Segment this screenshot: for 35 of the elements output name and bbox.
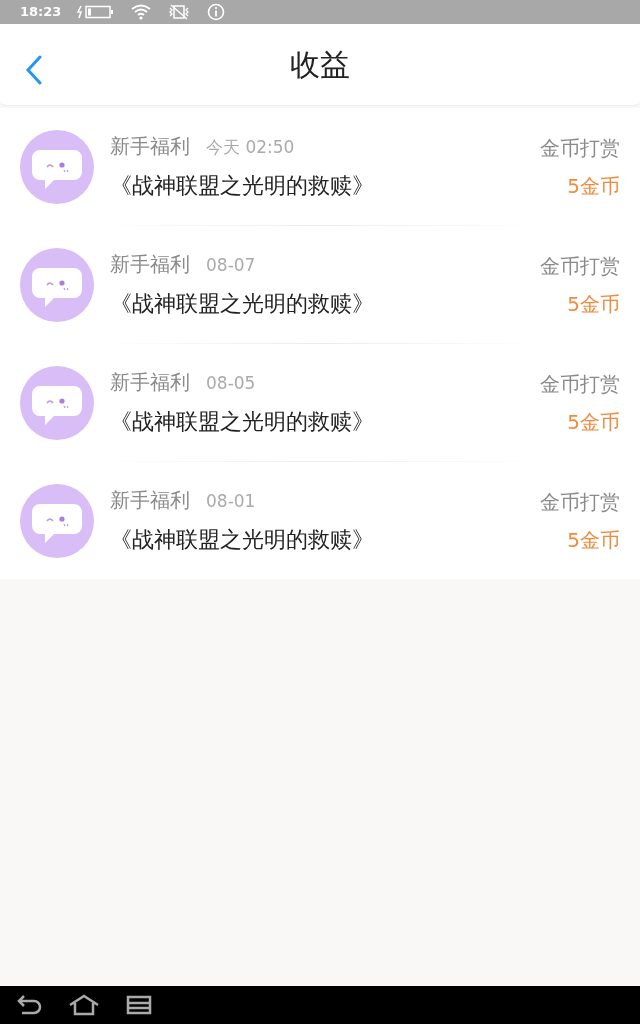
- income-row[interactable]: 新手福利 08-05 《战神联盟之光明的救赎》 金币打赏 5金币: [0, 344, 640, 461]
- date-text: 08-07: [206, 254, 256, 277]
- chat-bubble-avatar-icon: [20, 129, 94, 204]
- book-title: 《战神联盟之光明的救赎》: [110, 290, 375, 318]
- home-icon[interactable]: [68, 994, 100, 1016]
- income-row[interactable]: 新手福利 今天 02:50 《战神联盟之光明的救赎》 金币打赏 5金币: [0, 108, 640, 225]
- category-label: 新手福利: [110, 369, 190, 396]
- book-title: 《战神联盟之光明的救赎》: [110, 526, 375, 554]
- battery-charging-icon: [77, 5, 116, 19]
- status-time: 18:23: [20, 3, 62, 22]
- reward-amount: 5金币: [567, 290, 620, 318]
- reward-type: 金币打赏: [540, 370, 620, 398]
- date-text: 今天 02:50: [206, 136, 295, 159]
- page-title: 收益: [290, 46, 350, 84]
- reward-type: 金币打赏: [540, 134, 620, 162]
- reward-amount: 5金币: [567, 408, 620, 436]
- reward-type: 金币打赏: [540, 488, 620, 516]
- category-label: 新手福利: [110, 251, 190, 278]
- income-row[interactable]: 新手福利 08-07 《战神联盟之光明的救赎》 金币打赏 5金币: [0, 226, 640, 343]
- income-row[interactable]: 新手福利 08-01 《战神联盟之光明的救赎》 金币打赏 5金币: [0, 462, 640, 579]
- info-icon: [207, 3, 226, 21]
- category-label: 新手福利: [110, 133, 190, 160]
- wifi-icon: [131, 4, 152, 20]
- book-title: 《战神联盟之光明的救赎》: [110, 172, 375, 200]
- category-label: 新手福利: [110, 487, 190, 514]
- date-text: 08-05: [206, 372, 256, 395]
- chat-bubble-avatar-icon: [20, 483, 94, 558]
- book-title: 《战神联盟之光明的救赎》: [110, 408, 375, 436]
- chat-bubble-avatar-icon: [20, 365, 94, 440]
- chat-bubble-avatar-icon: [20, 247, 94, 322]
- reward-amount: 5金币: [567, 526, 620, 554]
- menu-icon[interactable]: [126, 995, 152, 1015]
- reward-type: 金币打赏: [540, 252, 620, 280]
- reward-amount: 5金币: [567, 172, 620, 200]
- date-text: 08-01: [206, 490, 256, 513]
